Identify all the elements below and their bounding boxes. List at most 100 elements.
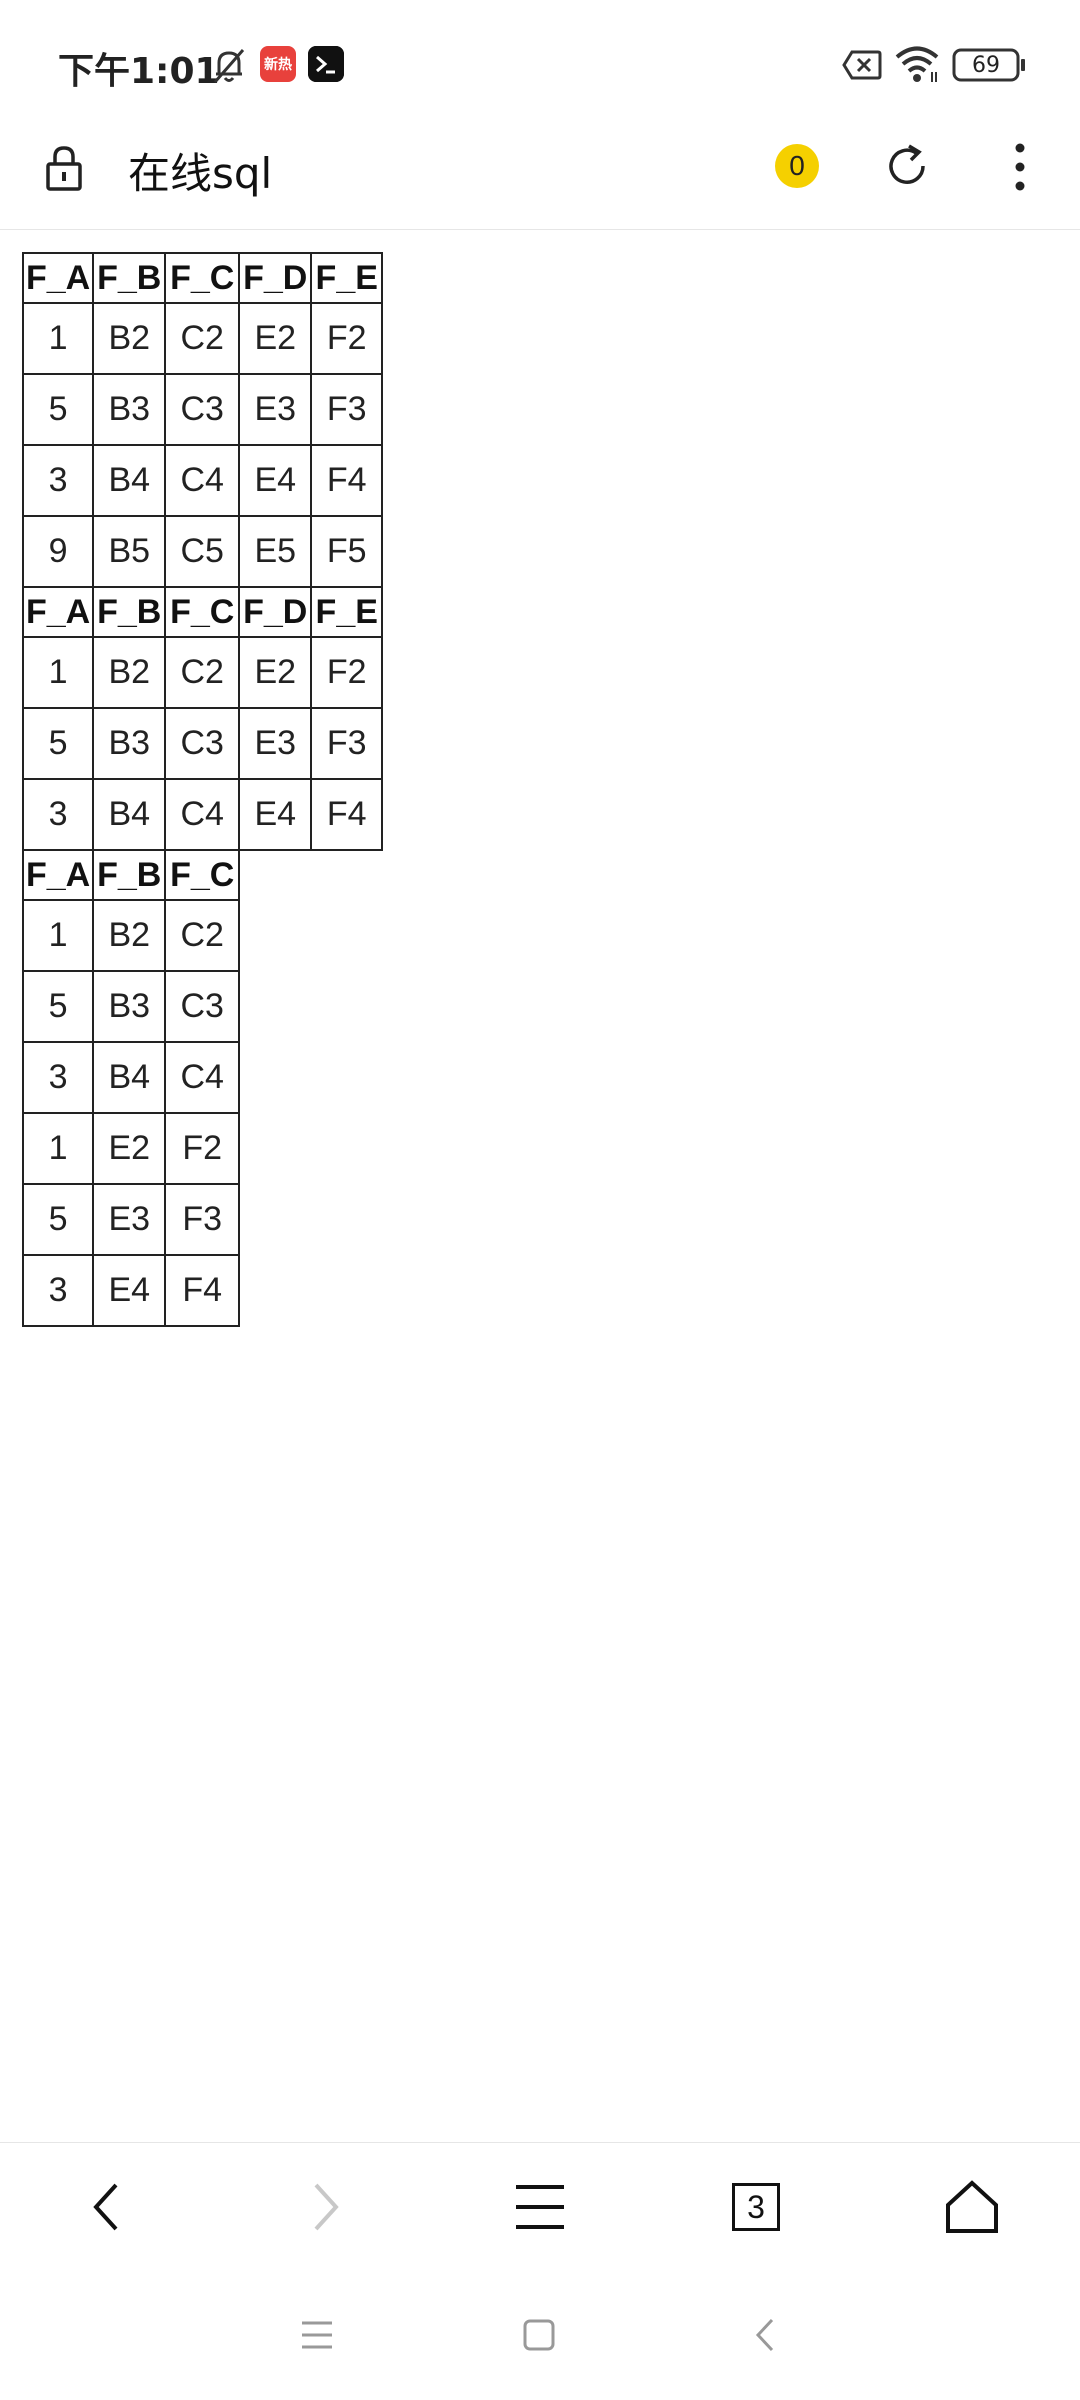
- table-row: 5 B3 C3 E3 F3: [21, 707, 384, 780]
- table-cell: 5: [21, 707, 95, 780]
- table-header-row: F_A F_B F_C F_D F_E: [21, 252, 384, 304]
- table-cell: C3: [164, 707, 241, 780]
- table-cell: C2: [164, 899, 241, 972]
- table-row: 3 B4 C4 E4 F4: [21, 778, 384, 851]
- column-header: F_E: [310, 586, 384, 638]
- table-cell: 5: [21, 970, 95, 1043]
- table-cell: 3: [21, 778, 95, 851]
- menu-icon[interactable]: [504, 2171, 576, 2243]
- browser-toolbar: 在线sql 0: [0, 120, 1080, 230]
- more-options-icon[interactable]: [1002, 140, 1038, 194]
- table-row: 3 E4 F4: [21, 1254, 382, 1327]
- system-nav-bar: [0, 2270, 1080, 2400]
- column-header: F_B: [92, 586, 167, 638]
- table-cell: F3: [164, 1183, 241, 1256]
- tabs-button[interactable]: 3: [720, 2171, 792, 2243]
- browser-bottom-nav: 3: [0, 2142, 1080, 2270]
- table-row: 1 B2 C2 E2 F2: [21, 302, 384, 375]
- table-header-row: F_A F_B F_C: [21, 849, 382, 901]
- lock-icon[interactable]: [44, 144, 84, 192]
- table-cell: B2: [92, 302, 167, 375]
- no-sim-icon: [842, 50, 882, 80]
- table-cell: C3: [164, 373, 241, 446]
- table-cell: E3: [238, 707, 313, 780]
- wifi-icon: [895, 46, 939, 82]
- table-cell: B4: [92, 444, 167, 517]
- refresh-icon[interactable]: [883, 142, 931, 190]
- table-cell: E2: [238, 636, 313, 709]
- table-cell: C4: [164, 444, 241, 517]
- column-header: F_C: [164, 849, 241, 901]
- table-cell: E2: [238, 302, 313, 375]
- table-cell: F4: [164, 1254, 241, 1327]
- table-cell: 3: [21, 1041, 95, 1114]
- table-cell: B3: [92, 707, 167, 780]
- page-title[interactable]: 在线sql: [128, 140, 272, 201]
- forward-icon[interactable]: [288, 2171, 360, 2243]
- status-bar: 下午1:01 新热 69: [0, 0, 1080, 120]
- tab-count: 3: [732, 2183, 780, 2231]
- table-cell: 3: [21, 1254, 95, 1327]
- table-cell: 5: [21, 1183, 95, 1256]
- table-row: 9 B5 C5 E5 F5: [21, 515, 384, 588]
- table-cell: C2: [164, 636, 241, 709]
- table-cell: 1: [21, 1112, 95, 1185]
- table-cell: 1: [21, 899, 95, 972]
- system-home-icon[interactable]: [516, 2312, 562, 2358]
- table-cell: C5: [164, 515, 241, 588]
- table-cell: B5: [92, 515, 167, 588]
- table-cell: B2: [92, 636, 167, 709]
- table-row: 1 B2 C2: [21, 899, 382, 972]
- table-cell: F2: [310, 636, 384, 709]
- battery-indicator: 69: [952, 48, 1026, 82]
- table-cell: 1: [21, 302, 95, 375]
- table-cell: 1: [21, 636, 95, 709]
- recent-apps-icon[interactable]: [294, 2312, 340, 2358]
- table-cell: B4: [92, 1041, 167, 1114]
- table-cell: E4: [92, 1254, 167, 1327]
- battery-level: 69: [972, 52, 1000, 78]
- results-table: F_A F_B F_C F_D F_E 1 B2 C2 E2 F2 5 B3 C3 E3 F3 3 B4 C4 E4…: [21, 252, 384, 1327]
- column-header: F_A: [21, 252, 95, 304]
- table-cell: B3: [92, 970, 167, 1043]
- table-cell: C4: [164, 778, 241, 851]
- column-header: F_A: [21, 849, 95, 901]
- column-header: F_D: [238, 252, 313, 304]
- table-cell: E2: [92, 1112, 167, 1185]
- table-cell: F5: [310, 515, 384, 588]
- table-row: 5 E3 F3: [21, 1183, 382, 1256]
- column-header: F_E: [310, 252, 384, 304]
- news-app-icon: 新热: [260, 46, 296, 82]
- column-header: F_C: [164, 252, 241, 304]
- table-cell: B4: [92, 778, 167, 851]
- table-row: 3 B4 C4: [21, 1041, 382, 1114]
- table-cell: E3: [92, 1183, 167, 1256]
- table-cell: E3: [238, 373, 313, 446]
- back-icon[interactable]: [72, 2171, 144, 2243]
- terminal-app-icon: [308, 46, 344, 82]
- muted-bell-icon: [213, 49, 245, 83]
- table-cell: E5: [238, 515, 313, 588]
- table-header-row: F_A F_B F_C F_D F_E: [21, 586, 384, 638]
- status-time: 下午1:01: [58, 51, 220, 92]
- table-cell: F4: [310, 444, 384, 517]
- badge-count: 0: [789, 150, 805, 181]
- table-cell: C2: [164, 302, 241, 375]
- table-cell: 9: [21, 515, 95, 588]
- table-row: 1 E2 F2: [21, 1112, 382, 1185]
- table-cell: C3: [164, 970, 241, 1043]
- table-cell: B3: [92, 373, 167, 446]
- table-cell: F3: [310, 707, 384, 780]
- table-cell: F4: [310, 778, 384, 851]
- column-header: F_B: [92, 252, 167, 304]
- system-back-icon[interactable]: [744, 2312, 790, 2358]
- home-icon[interactable]: [936, 2171, 1008, 2243]
- table-cell: 5: [21, 373, 95, 446]
- notification-badge[interactable]: 0: [775, 144, 819, 188]
- table-cell: 3: [21, 444, 95, 517]
- table-cell: F3: [310, 373, 384, 446]
- table-cell: C4: [164, 1041, 241, 1114]
- table-row: 5 B3 C3: [21, 970, 382, 1043]
- column-header: F_C: [164, 586, 241, 638]
- table-cell: E4: [238, 778, 313, 851]
